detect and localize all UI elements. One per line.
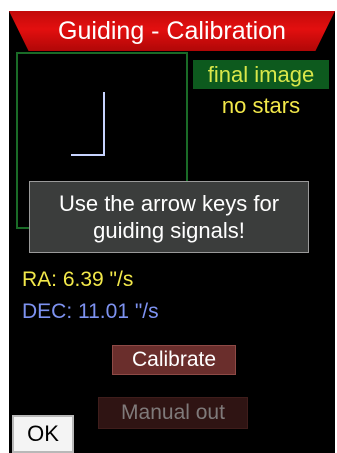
calibration-screen: Guiding - Calibration final image no sta… [9,11,335,453]
hint-line-2: guiding signals! [93,218,245,243]
screen-title: Guiding - Calibration [58,17,286,45]
image-status-badge: final image [193,60,329,89]
star-status-text: no stars [221,93,301,118]
title-bar: Guiding - Calibration [9,11,335,51]
ra-rate-readout: RA: 6.39 "/s [22,268,134,291]
hint-line-1: Use the arrow keys for [58,191,280,216]
manual-out-button[interactable]: Manual out [98,397,248,429]
calibrate-button[interactable]: Calibrate [112,345,236,375]
arrow-keys-hint-dialog: Use the arrow keys for guiding signals! [29,181,309,253]
ok-button[interactable]: OK [12,415,74,453]
calibration-trace-line [71,92,105,156]
dec-rate-readout: DEC: 11.01 "/s [22,300,159,323]
